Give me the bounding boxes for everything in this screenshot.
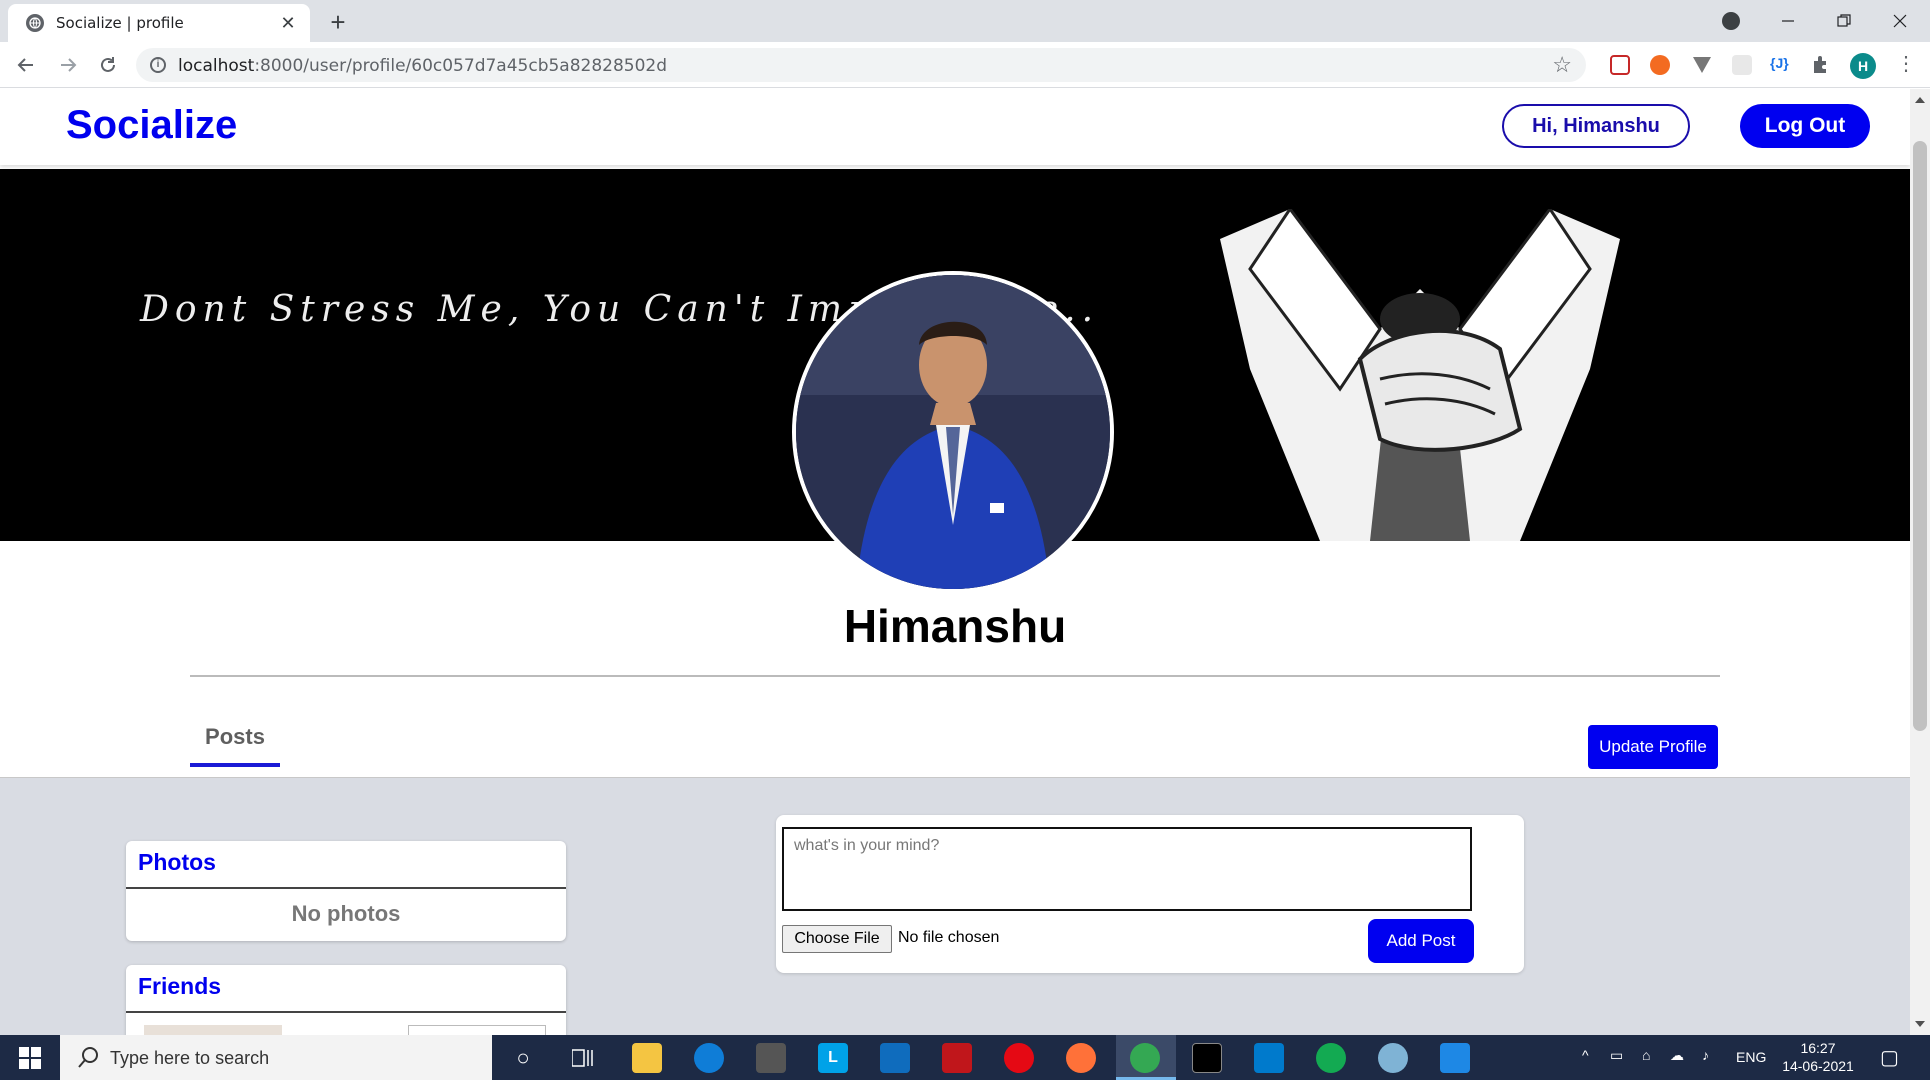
l-app-icon[interactable]: L — [818, 1043, 848, 1073]
globe-icon — [26, 14, 44, 32]
taskbar-search[interactable]: Type here to search — [60, 1035, 492, 1080]
photos-app-icon[interactable] — [1440, 1043, 1470, 1073]
scroll-up-arrow-icon[interactable] — [1915, 97, 1925, 103]
extension-vue-icon[interactable] — [1692, 55, 1712, 75]
brand-logo[interactable]: Socialize — [66, 103, 237, 148]
file-explorer-icon[interactable] — [632, 1043, 662, 1073]
browser-tab-bar: Socialize | profile ✕ + — [0, 0, 1930, 42]
paint-icon[interactable] — [1378, 1043, 1408, 1073]
greeting-button[interactable]: Hi, Himanshu — [1502, 104, 1690, 148]
url-path: :8000/user/profile/60c057d7a45cb5a828285… — [254, 56, 668, 76]
extension-grey-icon[interactable] — [1732, 55, 1752, 75]
friends-title: Friends — [138, 973, 222, 999]
back-arrow-icon[interactable] — [12, 51, 40, 79]
friend-avatar[interactable] — [144, 1025, 282, 1035]
extension-json-icon[interactable]: {J} — [1770, 55, 1790, 75]
clock-time: 16:27 — [1800, 1040, 1836, 1056]
language-indicator[interactable]: ENG — [1736, 1049, 1766, 1065]
friend-avatar-broken[interactable] — [408, 1025, 546, 1035]
photos-card-divider — [126, 887, 566, 889]
choose-file-button[interactable]: Choose File — [782, 925, 892, 953]
cortana-icon[interactable]: ○ — [508, 1043, 538, 1073]
address-bar[interactable]: i localhost:8000/user/profile/60c057d7a4… — [136, 48, 1586, 82]
mongodb-compass-icon[interactable] — [1316, 1043, 1346, 1073]
opera-icon[interactable] — [1004, 1043, 1034, 1073]
notifications-icon[interactable]: ▢ — [1880, 1045, 1899, 1070]
browser-toolbar: i localhost:8000/user/profile/60c057d7a4… — [0, 42, 1930, 88]
vscode-icon[interactable] — [1254, 1043, 1284, 1073]
network-icon[interactable]: ⌂ — [1642, 1047, 1650, 1063]
window-close-icon[interactable] — [1872, 0, 1928, 42]
task-view-icon[interactable] — [568, 1043, 598, 1073]
suit-illustration — [1220, 209, 1620, 541]
photos-card: Photos No photos — [126, 841, 566, 941]
post-composer: what's in your mind? Choose File No file… — [776, 815, 1524, 973]
tab-title: Socialize | profile — [56, 14, 184, 32]
clock-date: 14-06-2021 — [1782, 1058, 1854, 1074]
onedrive-icon[interactable]: ☁ — [1670, 1047, 1684, 1064]
extension-pocket-icon[interactable] — [1610, 55, 1630, 75]
profile-name: Himanshu — [843, 600, 1067, 652]
photos-title: Photos — [138, 849, 216, 875]
search-icon — [78, 1047, 98, 1068]
site-info-icon[interactable]: i — [150, 57, 166, 73]
logout-button[interactable]: Log Out — [1740, 104, 1870, 148]
profile-picture[interactable] — [792, 271, 1114, 593]
volume-icon[interactable]: ♪ — [1702, 1047, 1709, 1063]
windows-taskbar: Type here to search ○ L ^ ▭ ⌂ ☁ ♪ ENG 16… — [0, 1035, 1930, 1080]
search-placeholder: Type here to search — [110, 1048, 270, 1068]
store-icon[interactable] — [756, 1043, 786, 1073]
friends-card: Friends — [126, 965, 566, 1035]
mail-icon[interactable] — [880, 1043, 910, 1073]
clock[interactable]: 16:27 14-06-2021 — [1780, 1039, 1856, 1075]
menu-kebab-icon[interactable]: ⋮ — [1896, 54, 1916, 74]
edge-icon[interactable] — [694, 1043, 724, 1073]
update-profile-button[interactable]: Update Profile — [1588, 725, 1718, 769]
extension-orange-icon[interactable] — [1650, 55, 1670, 75]
tab-close-icon[interactable]: ✕ — [278, 13, 298, 33]
screen: Socialize | profile ✕ + i localhost:8000… — [0, 0, 1930, 1080]
web-page: Socialize Hi, Himanshu Log Out Dont Stre… — [0, 89, 1910, 1035]
new-tab-plus-icon[interactable]: + — [324, 9, 352, 37]
file-status-text: No file chosen — [898, 929, 1000, 946]
site-header: Socialize Hi, Himanshu Log Out — [0, 89, 1910, 165]
windows-start-icon[interactable] — [0, 1035, 60, 1080]
firefox-icon[interactable] — [1066, 1043, 1096, 1073]
add-post-button[interactable]: Add Post — [1368, 919, 1474, 963]
url-text: localhost:8000/user/profile/60c057d7a45c… — [178, 56, 667, 76]
scroll-down-arrow-icon[interactable] — [1915, 1021, 1925, 1027]
reload-icon[interactable] — [94, 51, 122, 79]
browser-tab[interactable]: Socialize | profile ✕ — [8, 4, 310, 42]
scrollbar-thumb[interactable] — [1913, 141, 1927, 731]
extensions-puzzle-icon[interactable] — [1810, 55, 1830, 75]
profile-avatar-icon[interactable]: H — [1850, 53, 1876, 79]
page-scrollbar[interactable] — [1910, 89, 1930, 1035]
chrome-icon[interactable] — [1130, 1043, 1160, 1073]
url-host: localhost — [178, 56, 255, 76]
forward-arrow-icon[interactable] — [54, 51, 82, 79]
profile-divider — [190, 675, 1720, 677]
friends-card-divider — [126, 1011, 566, 1013]
no-photos-text: No photos — [291, 901, 401, 926]
terminal-icon[interactable] — [1192, 1043, 1222, 1073]
minimize-icon[interactable] — [1760, 0, 1816, 42]
post-textarea[interactable]: what's in your mind? — [782, 827, 1472, 911]
tray-chevron-icon[interactable]: ^ — [1582, 1047, 1589, 1063]
battery-icon[interactable]: ▭ — [1610, 1047, 1623, 1064]
tab-posts[interactable]: Posts — [190, 721, 280, 767]
restore-icon[interactable] — [1816, 0, 1872, 42]
mcafee-icon[interactable] — [942, 1043, 972, 1073]
tab-search-dropdown-icon[interactable] — [1722, 12, 1740, 30]
bookmark-star-icon[interactable]: ☆ — [1552, 52, 1572, 78]
